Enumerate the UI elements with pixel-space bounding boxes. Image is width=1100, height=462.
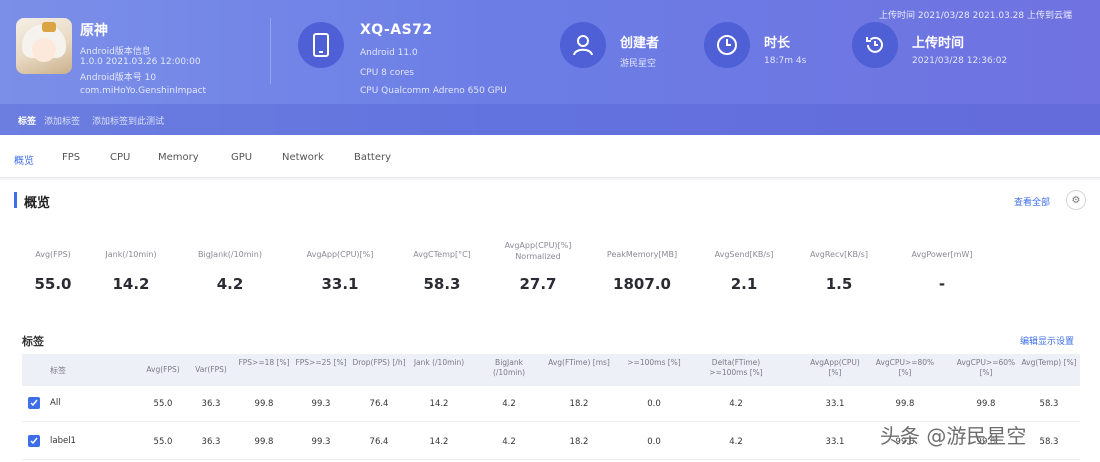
row-name: label1 xyxy=(50,436,76,446)
device-os: Android 11.0 xyxy=(360,48,418,58)
metric-label: AvgCTemp[°C] xyxy=(413,250,471,259)
metric-value: 1.5 xyxy=(825,275,853,293)
table-cell: 0.0 xyxy=(647,399,661,409)
column-header: AvgApp(CPU) [%] xyxy=(810,358,860,377)
column-header: FPS>=18 [%] xyxy=(238,358,290,367)
table-cell: 99.8 xyxy=(976,399,996,409)
tag-bar xyxy=(0,104,1100,135)
table-cell: 99.3 xyxy=(311,399,331,409)
table-cell: 76.4 xyxy=(369,399,389,409)
user-icon xyxy=(560,22,606,68)
table-cell: 99.8 xyxy=(254,437,274,447)
upload-note: 上传时间 2021/03/28 2021.03.28 上传到云端 xyxy=(879,11,1072,21)
table-cell: 18.2 xyxy=(569,399,589,409)
tab-network[interactable]: Network xyxy=(282,152,324,163)
view-all-link[interactable]: 查看全部 xyxy=(1014,195,1050,208)
metric-value: 58.3 xyxy=(423,275,461,293)
metric-label: BigJank(/10min) xyxy=(198,250,262,259)
edit-display-settings-link[interactable]: 编辑显示设置 xyxy=(1020,334,1074,347)
column-header: Avg(FTime) [ms] xyxy=(548,358,610,367)
phone-icon xyxy=(298,22,344,68)
metric-value: 4.2 xyxy=(216,275,244,293)
table-cell: 99.3 xyxy=(311,437,331,447)
column-header: Jank (/10min) xyxy=(413,358,465,367)
app-icon xyxy=(16,18,72,74)
upload-time-value: 2021/03/28 12:36:02 xyxy=(912,56,1008,66)
table-cell: 99.8 xyxy=(895,399,915,409)
table-cell: 14.2 xyxy=(429,437,449,447)
metric-value: 33.1 xyxy=(321,275,359,293)
table-cell: 99.8 xyxy=(254,399,274,409)
column-header: Delta(FTime) >=100ms [%] xyxy=(709,358,763,377)
device-model: XQ-AS72 xyxy=(360,22,433,38)
app-build-date: 1.0.0 2021.03.26 12:00:00 xyxy=(80,57,201,67)
metric-label: AvgApp(CPU)[%] xyxy=(306,250,374,259)
header: 原神 Android版本信息 1.0.0 2021.03.26 12:00:00… xyxy=(0,0,1100,135)
creator-title: 创建者 xyxy=(620,36,660,51)
metric-label: AvgApp(CPU)[%] Normalized xyxy=(504,241,572,261)
table-cell: 58.3 xyxy=(1039,399,1059,409)
table-cell: 4.2 xyxy=(502,437,516,447)
add-tag-to-test-link[interactable]: 添加标签到此测试 xyxy=(92,114,164,127)
metric-label: PeakMemory[MB] xyxy=(606,250,678,259)
row-checkbox[interactable] xyxy=(28,435,40,447)
column-header: AvgCPU>=60% [%] xyxy=(956,358,1016,377)
table-cell: 14.2 xyxy=(429,399,449,409)
column-header: AvgCPU>=80% [%] xyxy=(875,358,935,377)
app-package-name: com.miHoYo.GenshinImpact xyxy=(80,86,207,96)
settings-gear-icon[interactable]: ⚙ xyxy=(1066,190,1086,210)
table-cell: 4.2 xyxy=(729,437,743,447)
row-checkbox[interactable] xyxy=(28,397,40,409)
metric-value: - xyxy=(938,275,946,293)
column-header: Drop(FPS) [/h] xyxy=(352,358,406,367)
column-header: >=100ms [%] xyxy=(627,358,681,367)
upload-time-title: 上传时间 xyxy=(912,36,965,51)
column-header: Avg(Temp) [%] xyxy=(1021,358,1077,367)
table-cell: 0.0 xyxy=(647,437,661,447)
table-cell: 33.1 xyxy=(825,399,845,409)
tag-label: 标签 xyxy=(18,117,37,127)
header-divider xyxy=(270,18,271,84)
section-accent-bar xyxy=(14,192,17,208)
column-header: BigJank (/10min) xyxy=(492,358,526,377)
tab-battery[interactable]: Battery xyxy=(354,152,391,163)
labels-list-title: 标签 xyxy=(22,335,44,348)
metric-value: 1807.0 xyxy=(613,275,671,293)
add-tag-link[interactable]: 添加标签 xyxy=(44,114,80,127)
clock-icon xyxy=(704,22,750,68)
table-cell: 76.4 xyxy=(369,437,389,447)
metric-label: AvgSend[KB/s] xyxy=(714,250,774,259)
device-cpu: CPU 8 cores xyxy=(360,68,414,78)
table-cell: 4.2 xyxy=(729,399,743,409)
table-cell: 33.1 xyxy=(825,437,845,447)
column-header-label: 标签 xyxy=(50,366,66,375)
column-header: FPS>=25 [%] xyxy=(295,358,347,367)
tab-cpu[interactable]: CPU xyxy=(110,152,130,163)
app-version-code: Android版本号 10 xyxy=(80,73,157,83)
metric-label: AvgPower[mW] xyxy=(911,250,973,259)
creator-value: 游民星空 xyxy=(620,59,657,69)
metric-value: 2.1 xyxy=(730,275,758,293)
device-gpu: CPU Qualcomm Adreno 650 GPU xyxy=(360,86,507,96)
overview-title: 概览 xyxy=(24,196,51,211)
row-name: All xyxy=(50,398,61,408)
metric-value: 27.7 xyxy=(519,275,557,293)
table-cell: 18.2 xyxy=(569,437,589,447)
table-cell: 58.3 xyxy=(1039,437,1059,447)
app-name: 原神 xyxy=(80,23,108,39)
tab-gpu[interactable]: GPU xyxy=(231,152,252,163)
metric-label: Jank(/10min) xyxy=(105,250,157,259)
duration-value: 18:7m 4s xyxy=(764,56,807,66)
tab-memory[interactable]: Memory xyxy=(158,152,199,163)
tab-overview[interactable]: 概览 xyxy=(14,152,34,167)
metric-label: AvgRecv[KB/s] xyxy=(810,250,868,259)
history-icon xyxy=(852,22,898,68)
metric-value: 14.2 xyxy=(112,275,150,293)
table-cell: 4.2 xyxy=(502,399,516,409)
watermark: 头条 @游民星空 xyxy=(880,424,1027,448)
tab-fps[interactable]: FPS xyxy=(62,152,80,163)
duration-title: 时长 xyxy=(764,36,791,51)
app-version-label: Android版本信息 xyxy=(80,47,151,57)
